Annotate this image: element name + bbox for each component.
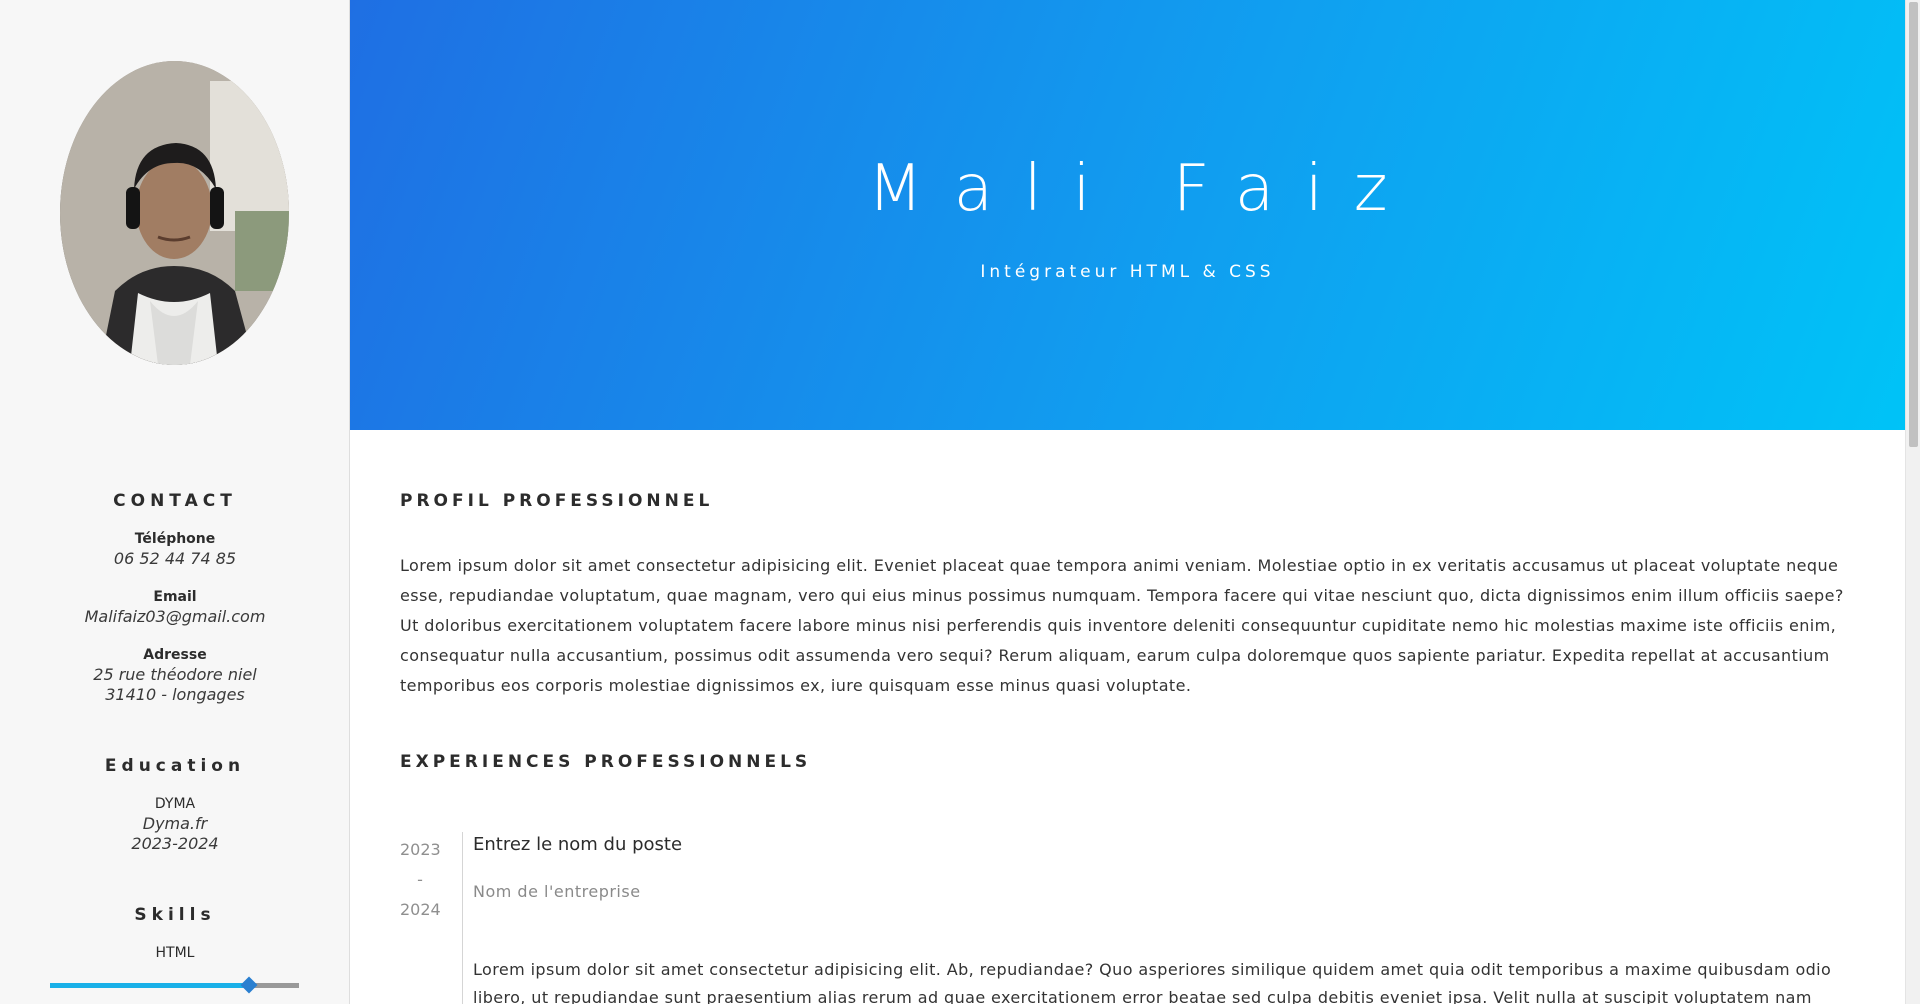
- experience-year-separator: -: [417, 870, 423, 889]
- sidebar: CONTACT Téléphone 06 52 44 74 85 Email M…: [0, 0, 350, 1004]
- address-line-2: 31410 - longages: [105, 685, 245, 704]
- experience-position: Entrez le nom du poste: [473, 834, 683, 855]
- skill-level-fill: [50, 983, 250, 988]
- education-school: DYMA: [154, 796, 196, 812]
- experience-divider: [462, 832, 463, 1004]
- contact-heading: CONTACT: [113, 491, 237, 511]
- email-label: Email: [153, 589, 197, 605]
- header-banner: Mali Faiz Intégrateur HTML & CSS: [350, 0, 1905, 430]
- profile-text: Lorem ipsum dolor sit amet consectetur a…: [400, 556, 1844, 695]
- person-name: Mali Faiz: [867, 152, 1419, 226]
- vertical-scrollbar[interactable]: [1905, 0, 1920, 1004]
- experience-company: Nom de l'entreprise: [473, 882, 641, 901]
- scrollbar-thumb[interactable]: [1909, 2, 1918, 447]
- cv-page: CONTACT Téléphone 06 52 44 74 85 Email M…: [0, 0, 1920, 1004]
- profile-heading: PROFIL PROFESSIONNEL: [400, 491, 714, 511]
- skill-level-marker: [240, 976, 258, 994]
- experience-years: 2023 - 2024: [400, 835, 462, 925]
- education-heading: Education: [104, 756, 246, 776]
- experiences-heading: EXPERIENCES PROFESSIONNELS: [400, 752, 812, 772]
- phone-value: 06 52 44 74 85: [113, 549, 237, 568]
- email-value: Malifaiz03@gmail.com: [84, 607, 266, 626]
- education-years: 2023-2024: [131, 834, 219, 853]
- education-site: Dyma.fr: [142, 814, 208, 833]
- address-line-1: 25 rue théodore niel: [93, 665, 257, 684]
- address-label: Adresse: [143, 647, 207, 663]
- person-job-title: Intégrateur HTML & CSS: [980, 262, 1275, 282]
- experience-description: Lorem ipsum dolor sit amet consectetur a…: [473, 960, 1832, 1004]
- skills-heading: Skills: [134, 905, 216, 925]
- skill-level-bar: [50, 976, 299, 994]
- skill-name: HTML: [155, 945, 195, 961]
- experience-year-start: 2023: [400, 840, 441, 859]
- experience-year-end: 2024: [400, 900, 441, 919]
- profile-photo: [60, 61, 289, 365]
- phone-label: Téléphone: [134, 531, 216, 547]
- profile-photo-image: [60, 61, 289, 365]
